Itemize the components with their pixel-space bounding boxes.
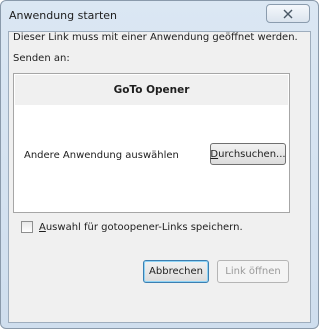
dialog-message: Dieser Link muss mit einer Anwendung geö… xyxy=(13,32,298,43)
close-icon xyxy=(283,9,293,18)
remember-choice-text: uswahl für gotoopener-Links speichern. xyxy=(45,221,243,233)
cancel-button[interactable]: Abbrechen xyxy=(143,260,209,283)
open-link-button[interactable]: Link öffnen xyxy=(217,260,289,283)
title-bar[interactable]: Anwendung starten xyxy=(1,1,318,29)
remember-choice-row[interactable]: Auswahl für gotoopener-Links speichern. xyxy=(21,221,243,233)
browse-button[interactable]: Durchsuchen... xyxy=(210,143,286,165)
window-title: Anwendung starten xyxy=(9,9,117,22)
browse-button-label: urchsuchen... xyxy=(218,148,286,160)
list-item-goto-opener[interactable]: GoTo Opener xyxy=(15,75,288,105)
dialog-window: Anwendung starten Dieser Link muss mit e… xyxy=(0,0,319,329)
send-to-label: Senden an: xyxy=(13,53,70,64)
remember-choice-checkbox[interactable] xyxy=(21,221,33,233)
other-application-label: Andere Anwendung auswählen xyxy=(24,150,179,161)
remember-choice-label[interactable]: Auswahl für gotoopener-Links speichern. xyxy=(39,222,243,233)
remember-choice-accesskey: A xyxy=(39,221,46,233)
close-button[interactable] xyxy=(266,4,310,23)
application-list[interactable]: GoTo Opener Andere Anwendung auswählen D… xyxy=(13,73,290,213)
browse-button-accesskey: D xyxy=(210,148,219,160)
